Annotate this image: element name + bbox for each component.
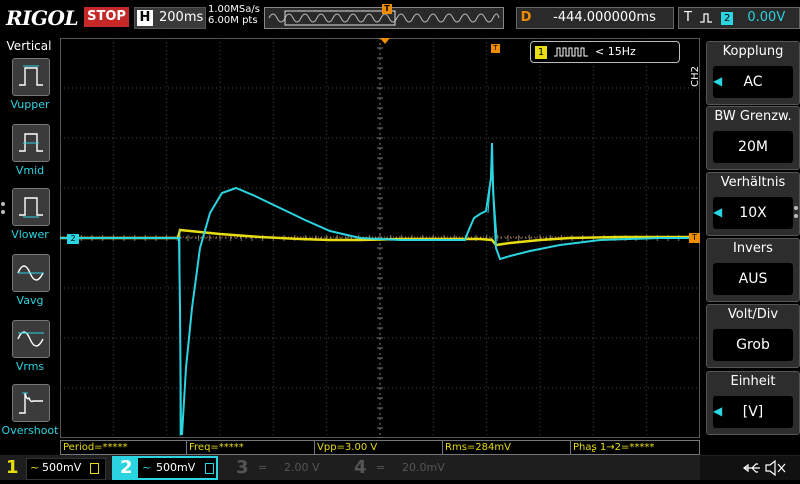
graticule [59, 37, 701, 439]
rising-edge-icon [700, 12, 713, 23]
delay-value: -444.000000ms [553, 10, 656, 25]
measure-menu-title: Vertical [6, 39, 52, 53]
tray-icons [743, 459, 786, 477]
select-arrow-icon: ◀ [713, 74, 723, 88]
ch2-coupling-icon: ~ [142, 461, 152, 474]
ch2-number: 2 [120, 457, 133, 478]
scroll-dot-icon [794, 214, 798, 218]
system-tray [700, 456, 800, 480]
run-stop-button[interactable]: STOP [84, 7, 129, 27]
trigger-time-marker[interactable]: T [491, 44, 500, 53]
coupling-group[interactable]: Kopplung AC ◀ [706, 41, 800, 105]
measure-rms[interactable]: Rms=284mV [442, 440, 572, 455]
trigger-level-marker[interactable]: T [689, 233, 700, 243]
sample-rate: 1.00MSa/s [208, 4, 260, 15]
trigger-label: T [684, 10, 692, 25]
vrms-button[interactable] [12, 320, 50, 358]
volts-div-value: Grob [713, 329, 793, 361]
ch3-coupling-icon: = [258, 461, 268, 474]
vavg-icon [17, 265, 44, 281]
vlower-icon [19, 197, 43, 218]
timebase-box[interactable]: H 200ms [134, 7, 206, 29]
probe-ratio-group[interactable]: Verhältnis 10X ◀ [706, 172, 800, 236]
vmid-label: Vmid [15, 164, 45, 177]
trigger-position-marker[interactable]: T [382, 4, 392, 14]
probe-ratio-title: Verhältnis [720, 175, 786, 190]
pulse-train-icon [553, 47, 588, 57]
trigger-source: 2 [721, 12, 734, 25]
ch1-scale: 500mV [42, 461, 82, 474]
brand-logo: RIGOL [6, 6, 79, 30]
measure-frequency[interactable]: Freq=***** [186, 440, 316, 455]
sound-mute-icon [765, 459, 786, 477]
coupling-value: AC [713, 66, 793, 98]
usb-icon [743, 463, 760, 473]
vlower-label: Vlower [11, 228, 49, 241]
measure-vpp[interactable]: Vpp=3.00 V [314, 440, 444, 455]
delay-label: D [520, 10, 532, 25]
bandwidth-limit-group[interactable]: BW Grenzw. 20M [706, 106, 800, 170]
ch4-scale[interactable]: 20.0mV [402, 460, 445, 476]
channel-menu-panel: Kopplung AC ◀ BW Grenzw. 20M Verhältnis … [700, 38, 800, 438]
waveform-display[interactable] [59, 37, 701, 439]
volts-div-title: Volt/Div [727, 307, 779, 322]
probe-ratio-value: 10X [713, 197, 793, 229]
invert-title: Invers [733, 241, 773, 256]
ch4-number[interactable]: 4 [354, 457, 367, 479]
unit-value: [V] [713, 396, 793, 428]
delay-box[interactable]: D -444.000000ms [516, 7, 674, 29]
coupling-title: Kopplung [722, 44, 784, 59]
ch2-scale: 500mV [156, 461, 196, 474]
measure-phase[interactable]: Phaʂ 1→2=***** [570, 440, 700, 455]
overshoot-icon [19, 392, 43, 414]
invert-group[interactable]: Invers AUS [706, 238, 800, 302]
ch2-bw-limit-icon [205, 463, 214, 474]
freq-channel-marker: 1 [535, 45, 547, 59]
trigger-level: 0.00V [747, 10, 786, 25]
measure-period[interactable]: Period=***** [60, 440, 188, 455]
memory-depth: 6.00M pts [208, 15, 258, 26]
ch4-coupling-icon: = [376, 461, 386, 474]
overshoot-button[interactable] [12, 384, 50, 422]
vupper-label: Vupper [10, 98, 50, 111]
ch2-offset-marker[interactable]: 2 [67, 234, 79, 244]
vmid-button[interactable] [12, 124, 50, 162]
top-status-bar: RIGOL STOP H 200ms 1.00MSa/s 6.00M pts T … [0, 0, 800, 36]
vavg-button[interactable] [12, 254, 50, 292]
trigger-box[interactable]: T 2 0.00V [678, 7, 800, 29]
select-arrow-icon: ◀ [713, 404, 723, 418]
vrms-icon [17, 331, 44, 347]
volts-div-group[interactable]: Volt/Div Grob [706, 304, 800, 368]
invert-value: AUS [713, 263, 793, 295]
scroll-dot-icon [794, 206, 798, 210]
ch1-coupling-icon: ~ [30, 461, 40, 474]
acquisition-info: 1.00MSa/s 6.00M pts [208, 4, 260, 26]
unit-title: Einheit [730, 374, 776, 389]
ch1-number[interactable]: 1 [6, 457, 19, 479]
ch3-number[interactable]: 3 [236, 457, 249, 479]
overshoot-label: Overshoot [1, 424, 59, 437]
vupper-button[interactable] [12, 58, 50, 96]
scroll-dot-icon [1, 202, 5, 206]
vlower-button[interactable] [12, 188, 50, 226]
bandwidth-value: 20M [713, 131, 793, 163]
vupper-icon [19, 65, 43, 86]
measure-menu-panel: Vertical Vupper Vmid Vlower Vavg Vrms Ov… [0, 36, 60, 440]
freq-value: < 15Hz [595, 45, 636, 58]
vrms-label: Vrms [15, 360, 45, 373]
unit-group[interactable]: Einheit [V] ◀ [706, 371, 800, 435]
ch3-scale[interactable]: 2.00 V [284, 460, 320, 476]
ch1-bw-limit-icon [90, 463, 99, 474]
timebase-label: H [137, 10, 153, 26]
horizontal-position-marker [380, 38, 390, 44]
frequency-badge: 1 < 15Hz [530, 41, 680, 63]
bandwidth-title: BW Grenzw. [714, 109, 792, 124]
select-arrow-icon: ◀ [713, 205, 723, 219]
vmid-icon [19, 133, 43, 152]
scroll-dot-icon [1, 210, 5, 214]
vavg-label: Vavg [16, 294, 44, 307]
timebase-value: 200ms [159, 10, 204, 25]
